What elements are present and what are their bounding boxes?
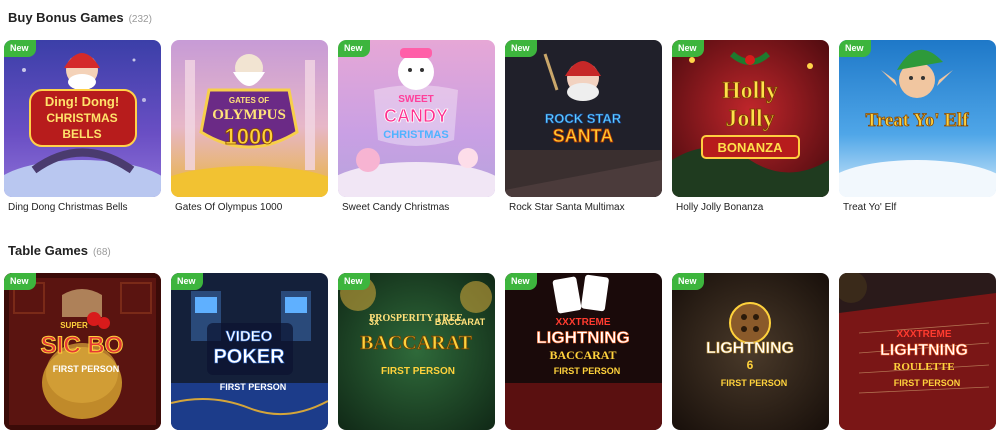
logo-text: ROULETTE <box>893 361 954 373</box>
logo-text: FIRST PERSON <box>554 366 621 376</box>
game-card-xxxtreme-lightning-roulette-first-person[interactable]: XXXTREME LIGHTNING ROULETTE FIRST PERSON <box>839 273 996 430</box>
buy-bonus-games-section: Buy Bonus Games (232) Ding! Dong! CHRIST… <box>0 0 999 220</box>
game-name[interactable]: Ding Dong Christmas Bells <box>8 202 161 213</box>
table-games-section: Table Games (68) SUPER SIC BO FIRST PERS… <box>0 235 999 434</box>
game-card-prosperity-tree-baccarat-first-person[interactable]: 3x PROSPERITY TREE BACCARAT BACCARAT FIR… <box>338 273 495 430</box>
game-thumbnail[interactable]: SWEET CANDY CHRISTMAS New <box>338 40 495 197</box>
game-artwork: VIDEO POKER FIRST PERSON <box>171 273 328 430</box>
game-thumbnail[interactable]: 3x PROSPERITY TREE BACCARAT BACCARAT FIR… <box>338 273 495 430</box>
logo-text: Jolly <box>725 106 774 132</box>
new-badge: New <box>4 273 36 290</box>
game-card-treat-yo-elf[interactable]: Treat Yo' Elf New Treat Yo' Elf <box>839 40 996 213</box>
logo-text: LIGHTNING <box>706 340 794 357</box>
game-artwork: SWEET CANDY CHRISTMAS <box>338 40 495 197</box>
logo-text: SWEET <box>398 94 434 105</box>
logo-text: SIC BO <box>41 332 124 359</box>
logo-text: ROCK STAR <box>545 111 622 126</box>
new-badge: New <box>338 40 370 57</box>
game-artwork: XXXTREME LIGHTNING BACCARAT FIRST PERSON <box>505 273 662 430</box>
logo-text: BELLS <box>62 127 101 141</box>
logo-text: OLYMPUS <box>212 107 286 123</box>
section-header[interactable]: Buy Bonus Games (232) <box>8 10 152 25</box>
game-thumbnail[interactable]: XXXTREME LIGHTNING BACCARAT FIRST PERSON… <box>505 273 662 430</box>
logo-text: BACCARAT <box>435 317 486 327</box>
game-thumbnail[interactable]: Holly Jolly BONANZA New <box>672 40 829 197</box>
logo-text: BONANZA <box>718 140 784 155</box>
new-badge: New <box>338 273 370 290</box>
logo-text: CANDY <box>384 106 448 126</box>
logo-text: SANTA <box>553 126 614 146</box>
game-thumbnail[interactable]: VIDEO POKER FIRST PERSON New <box>171 273 328 430</box>
game-name[interactable]: Rock Star Santa Multimax <box>509 202 662 213</box>
game-card-xxxtreme-lightning-baccarat-first-person[interactable]: XXXTREME LIGHTNING BACCARAT FIRST PERSON… <box>505 273 662 430</box>
logo-text: FIRST PERSON <box>53 364 120 374</box>
logo-text: FIRST PERSON <box>220 382 287 392</box>
logo-text: GATES OF <box>229 96 269 105</box>
new-badge: New <box>672 40 704 57</box>
game-thumbnail[interactable]: Ding! Dong! CHRISTMAS BELLS New <box>4 40 161 197</box>
game-name[interactable]: Gates Of Olympus 1000 <box>175 202 328 213</box>
game-name[interactable]: Sweet Candy Christmas <box>342 202 495 213</box>
logo-text: 1000 <box>225 124 274 149</box>
section-header[interactable]: Table Games (68) <box>8 243 111 258</box>
game-artwork: ROCK STAR SANTA <box>505 40 662 197</box>
section-count: (68) <box>92 247 111 258</box>
logo-text: CHRISTMAS <box>46 111 117 125</box>
game-thumbnail[interactable]: XXXTREME LIGHTNING ROULETTE FIRST PERSON <box>839 273 996 430</box>
game-grid: SUPER SIC BO FIRST PERSON New VIDEO POKE… <box>4 273 996 430</box>
logo-text: BACCARAT <box>360 332 473 354</box>
new-badge: New <box>4 40 36 57</box>
game-artwork: Ding! Dong! CHRISTMAS BELLS <box>4 40 161 197</box>
new-badge: New <box>505 40 537 57</box>
logo-text: CHRISTMAS <box>383 129 448 141</box>
logo-text: LIGHTNING <box>536 328 630 347</box>
logo-text: FIRST PERSON <box>721 378 788 388</box>
logo-text: Holly <box>722 78 778 104</box>
game-artwork: LIGHTNING 6 FIRST PERSON <box>672 273 829 430</box>
game-card-super-sic-bo-first-person[interactable]: SUPER SIC BO FIRST PERSON New <box>4 273 161 430</box>
logo-text: SUPER <box>60 321 88 330</box>
game-card-holly-jolly-bonanza[interactable]: Holly Jolly BONANZA New Holly Jolly Bona… <box>672 40 829 213</box>
section-title: Buy Bonus Games <box>8 10 124 25</box>
new-badge: New <box>839 40 871 57</box>
logo-text: Ding! Dong! <box>45 94 119 109</box>
game-thumbnail[interactable]: SUPER SIC BO FIRST PERSON New <box>4 273 161 430</box>
logo-text: 6 <box>747 358 754 372</box>
game-grid: Ding! Dong! CHRISTMAS BELLS New Ding Don… <box>4 40 996 213</box>
game-artwork: GATES OF OLYMPUS 1000 <box>171 40 328 197</box>
logo-text: Treat Yo' Elf <box>865 110 969 131</box>
game-artwork: XXXTREME LIGHTNING ROULETTE FIRST PERSON <box>839 273 996 430</box>
game-thumbnail[interactable]: LIGHTNING 6 FIRST PERSON New <box>672 273 829 430</box>
logo-text: FIRST PERSON <box>894 378 961 388</box>
game-card-rock-star-santa-multimax[interactable]: ROCK STAR SANTA New Rock Star Santa Mult… <box>505 40 662 213</box>
logo-text: POKER <box>213 346 285 368</box>
section-count: (232) <box>128 14 152 25</box>
new-badge: New <box>171 273 203 290</box>
logo-text: BACCARAT <box>549 348 616 362</box>
logo-text: LIGHTNING <box>880 342 968 359</box>
game-card-sweet-candy-christmas[interactable]: SWEET CANDY CHRISTMAS New Sweet Candy Ch… <box>338 40 495 213</box>
section-title: Table Games <box>8 243 88 258</box>
logo-text: VIDEO <box>226 328 273 345</box>
game-name[interactable]: Holly Jolly Bonanza <box>676 202 829 213</box>
game-artwork: Treat Yo' Elf <box>839 40 996 197</box>
logo-text: XXXTREME <box>555 317 610 328</box>
game-card-lightning-6-first-person[interactable]: LIGHTNING 6 FIRST PERSON New <box>672 273 829 430</box>
logo-text: XXXTREME <box>896 329 951 340</box>
game-artwork: SUPER SIC BO FIRST PERSON <box>4 273 161 430</box>
logo-text: FIRST PERSON <box>381 366 455 377</box>
new-badge: New <box>505 273 537 290</box>
game-thumbnail[interactable]: ROCK STAR SANTA New <box>505 40 662 197</box>
game-thumbnail[interactable]: GATES OF OLYMPUS 1000 <box>171 40 328 197</box>
game-card-ding-dong-christmas-bells[interactable]: Ding! Dong! CHRISTMAS BELLS New Ding Don… <box>4 40 161 213</box>
game-card-video-poker-first-person[interactable]: VIDEO POKER FIRST PERSON New <box>171 273 328 430</box>
new-badge: New <box>672 273 704 290</box>
game-card-gates-of-olympus-1000[interactable]: GATES OF OLYMPUS 1000 Gates Of Olympus 1… <box>171 40 328 213</box>
game-artwork: Holly Jolly BONANZA <box>672 40 829 197</box>
game-thumbnail[interactable]: Treat Yo' Elf New <box>839 40 996 197</box>
game-name[interactable]: Treat Yo' Elf <box>843 202 996 213</box>
game-artwork: 3x PROSPERITY TREE BACCARAT BACCARAT FIR… <box>338 273 495 430</box>
